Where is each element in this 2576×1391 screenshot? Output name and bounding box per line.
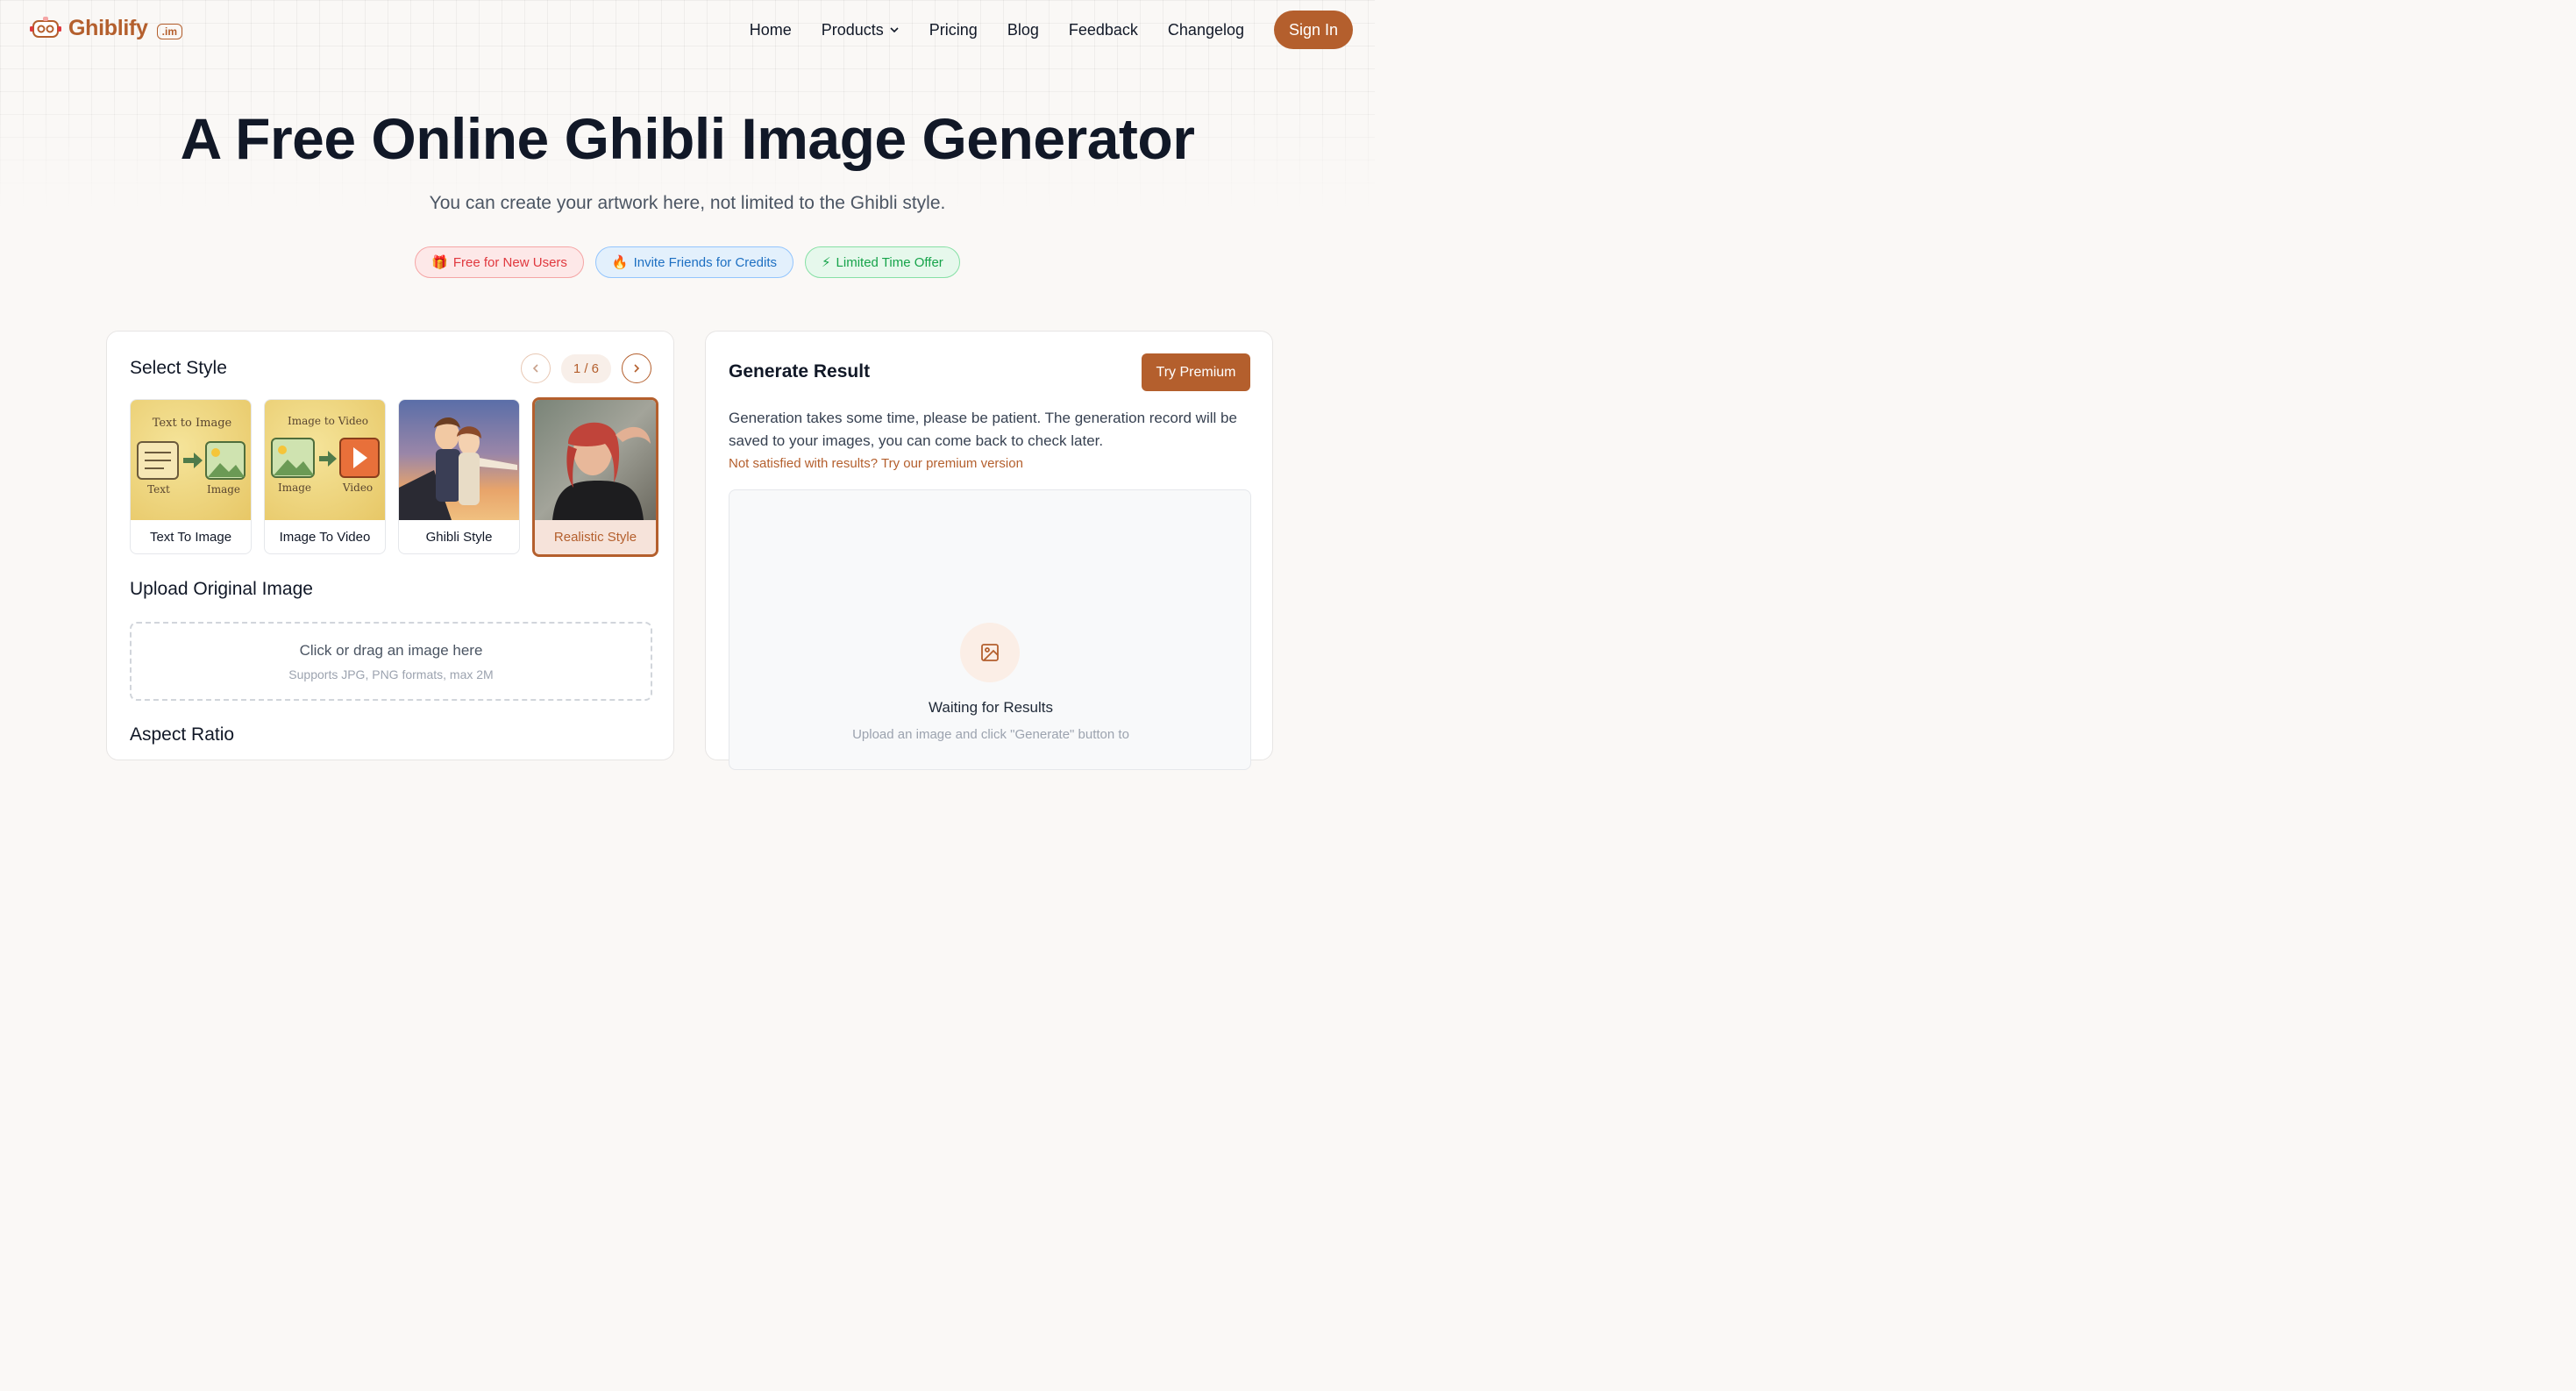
logo-text: Ghiblify: [68, 15, 148, 40]
nav-feedback[interactable]: Feedback: [1069, 21, 1138, 39]
thumb-sub-left: Text: [147, 483, 170, 496]
style-option-text-to-image[interactable]: Text to Image Text Image Text To Image: [130, 399, 252, 554]
premium-version-link[interactable]: Not satisfied with results? Try our prem…: [729, 456, 1023, 471]
nav-home[interactable]: Home: [750, 21, 792, 39]
page-subtitle: You can create your artwork here, not li…: [429, 193, 946, 213]
style-option-label: Ghibli Style: [425, 529, 493, 545]
generator-settings-card: Select Style 1 / 6 Text to Image Text Im…: [106, 331, 674, 760]
nav-pricing[interactable]: Pricing: [929, 21, 978, 39]
logo[interactable]: Ghiblify .im: [30, 14, 182, 42]
thumb-sub-right: Image: [207, 483, 240, 496]
next-page-button[interactable]: [622, 353, 651, 383]
style-options: Text to Image Text Image Text To Image I…: [130, 397, 658, 557]
fire-icon: 🔥: [611, 255, 629, 270]
style-option-realistic[interactable]: Realistic Style: [532, 397, 658, 557]
thumb-sub-right: Video: [342, 482, 373, 494]
generate-result-title: Generate Result: [729, 361, 871, 382]
promo-pill-invite[interactable]: 🔥 Invite Friends for Credits: [594, 246, 793, 278]
nav-products-label: Products: [821, 20, 884, 39]
prev-page-button[interactable]: [520, 353, 551, 383]
waiting-subtitle: Upload an image and click "Generate" but…: [852, 727, 1129, 742]
nav-products[interactable]: Products: [822, 21, 900, 39]
ghibli-style-thumbnail: [399, 400, 519, 520]
generation-description: Generation takes some time, please be pa…: [729, 410, 1237, 449]
page-title: A Free Online Ghibli Image Generator: [180, 106, 1195, 171]
image-to-video-thumbnail: Image to Video Image Video: [265, 400, 385, 520]
upload-title: Upload Original Image: [130, 579, 313, 599]
text-to-image-thumbnail: Text to Image Text Image: [131, 400, 251, 520]
chevron-right-icon: [634, 364, 640, 373]
main-nav: Home Products Pricing Blog Feedback Chan…: [750, 11, 1353, 49]
style-pager: 1 / 6: [520, 353, 651, 383]
style-option-label: Image To Video: [279, 529, 371, 545]
sign-in-button[interactable]: Sign In: [1274, 11, 1353, 49]
promo-pill-free[interactable]: 🎁 Free for New Users: [415, 246, 584, 278]
thumb-title: Text to Image: [153, 417, 232, 430]
thumb-title: Image to Video: [288, 415, 368, 427]
waiting-title: Waiting for Results: [928, 699, 1054, 716]
image-placeholder-icon: [960, 623, 1020, 682]
robot-logo-icon: [30, 14, 61, 42]
chevron-left-icon: [532, 364, 538, 373]
page-indicator: 1 / 6: [560, 353, 611, 383]
header: Ghiblify .im Home Products Pricing Blog …: [0, 0, 1375, 58]
promo-pill-offer[interactable]: ⚡ Limited Time Offer: [804, 246, 960, 278]
thumb-sub-left: Image: [278, 482, 311, 494]
upload-hint-text: Supports JPG, PNG formats, max 2M: [288, 667, 494, 681]
lightning-icon: ⚡: [821, 255, 831, 270]
realistic-style-thumbnail: [535, 400, 656, 520]
style-option-image-to-video[interactable]: Image to Video Image Video Image To Vide…: [264, 399, 386, 554]
nav-changelog[interactable]: Changelog: [1168, 21, 1244, 39]
select-style-title: Select Style: [130, 358, 227, 378]
nav-blog[interactable]: Blog: [1007, 21, 1039, 39]
image-upload-dropzone[interactable]: Click or drag an image here Supports JPG…: [130, 622, 652, 701]
try-premium-button[interactable]: Try Premium: [1142, 353, 1250, 391]
upload-main-text: Click or drag an image here: [299, 642, 483, 659]
gift-icon: 🎁: [431, 255, 448, 270]
generate-result-card: Generate Result Try Premium Generation t…: [705, 331, 1273, 770]
style-option-label: Realistic Style: [535, 520, 656, 554]
promo-pill-label: Limited Time Offer: [836, 254, 943, 270]
chevron-down-icon: [890, 27, 899, 33]
promo-pill-label: Invite Friends for Credits: [633, 254, 777, 270]
aspect-ratio-title: Aspect Ratio: [130, 724, 235, 745]
style-option-ghibli[interactable]: Ghibli Style: [398, 399, 520, 554]
logo-badge: .im: [156, 24, 182, 39]
result-preview-area: Waiting for Results Upload an image and …: [729, 489, 1251, 770]
promo-pills: 🎁 Free for New Users 🔥 Invite Friends fo…: [0, 246, 1375, 278]
style-option-label: Text To Image: [149, 529, 232, 545]
promo-pill-label: Free for New Users: [452, 254, 567, 270]
